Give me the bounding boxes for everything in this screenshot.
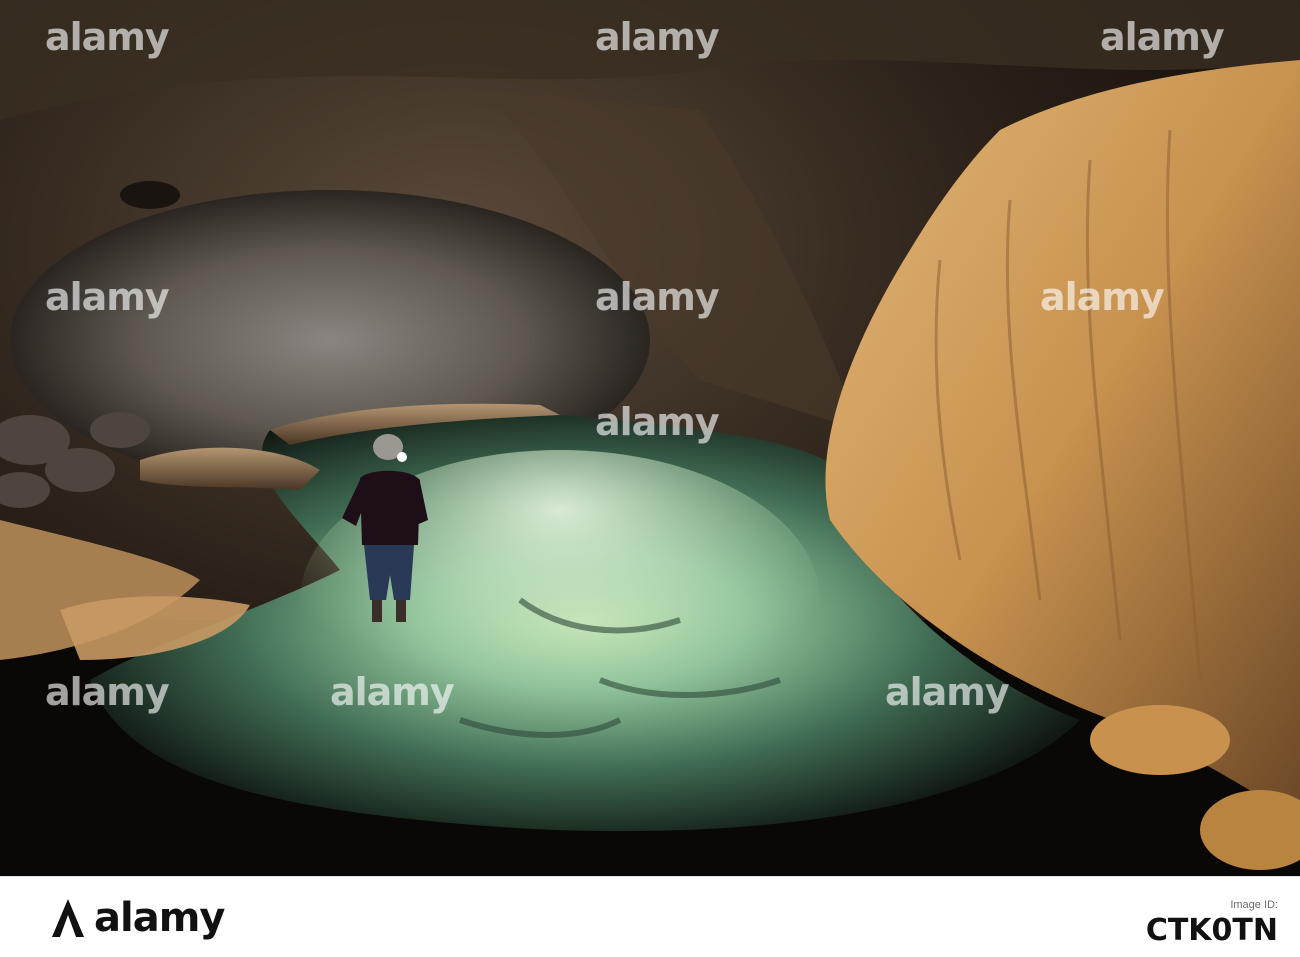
alamy-logo-icon bbox=[52, 899, 84, 937]
cave-scene bbox=[0, 0, 1300, 876]
caver-shirt bbox=[360, 470, 420, 545]
footer-bar: alamy Image ID: CTK0TN bbox=[0, 876, 1300, 957]
image-id-block: Image ID: CTK0TN bbox=[1146, 899, 1278, 948]
caver-leg-right bbox=[396, 600, 406, 622]
brand-name: alamy bbox=[94, 895, 225, 941]
image-id-label: Image ID: bbox=[1230, 899, 1278, 911]
cave-photo: alamy alamy alamy alamy alamy alamy alam… bbox=[0, 0, 1300, 876]
brand-logo[interactable]: alamy bbox=[50, 895, 225, 941]
caver-leg-left bbox=[372, 600, 382, 622]
headlamp bbox=[397, 452, 407, 462]
flowstone-lobe bbox=[1090, 705, 1230, 775]
cave-hole bbox=[120, 181, 180, 209]
image-id-code: CTK0TN bbox=[1145, 913, 1278, 948]
